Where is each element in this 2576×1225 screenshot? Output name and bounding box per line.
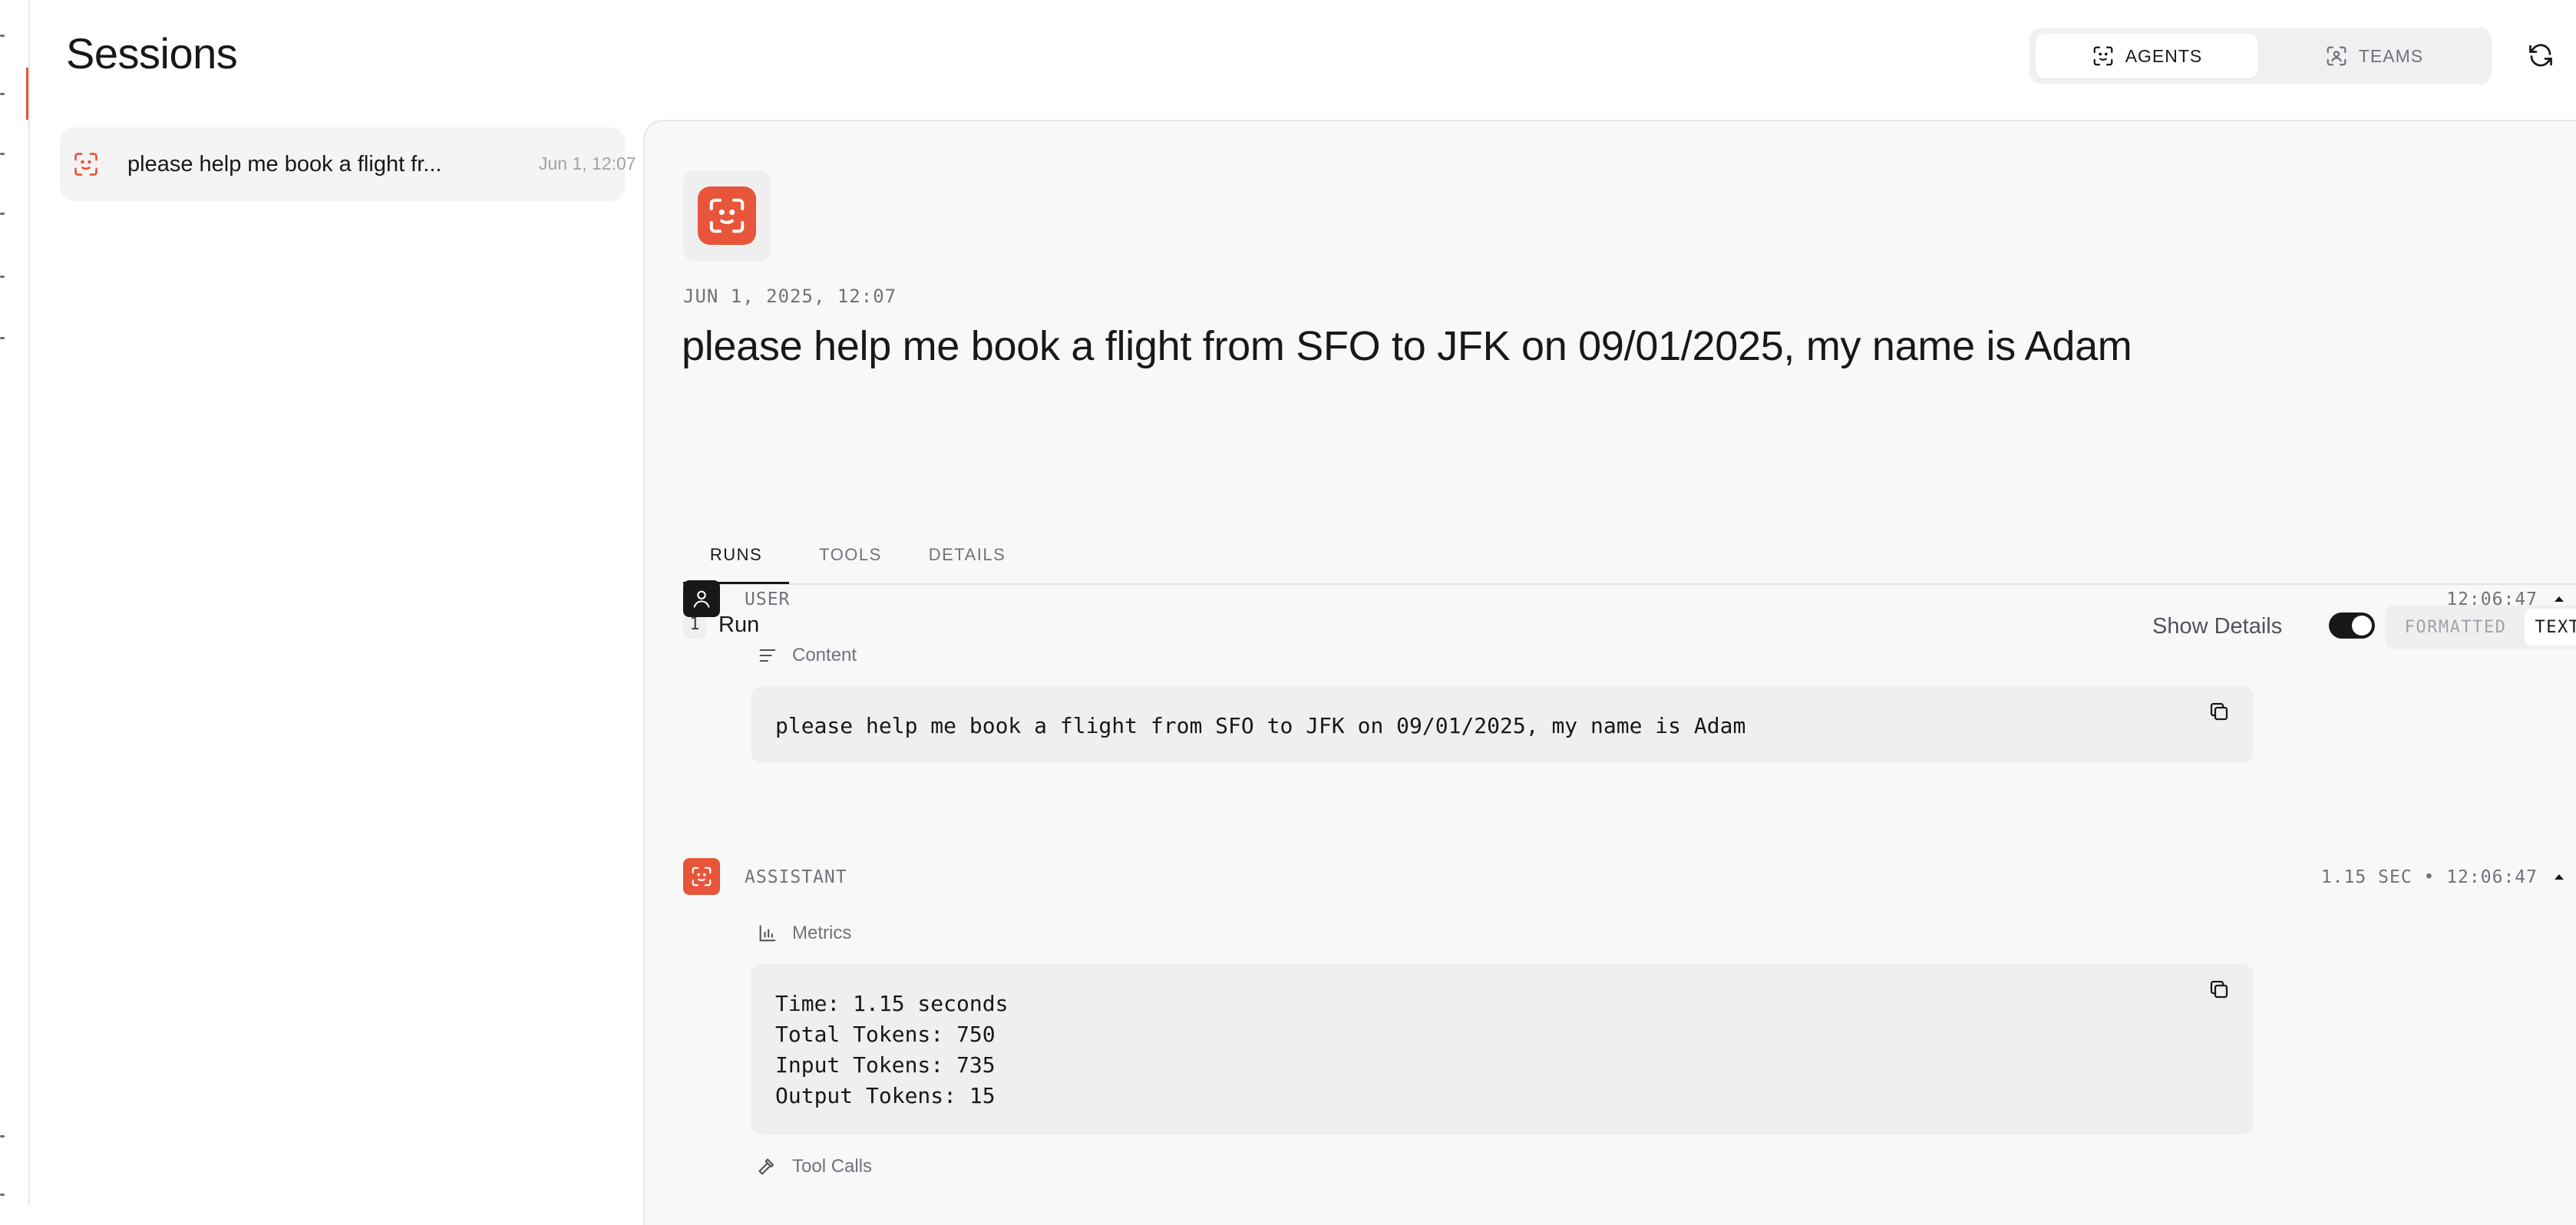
- text-lines-icon: [759, 649, 776, 662]
- assistant-message-header: ASSISTANT 1.15 SEC • 12:06:47: [683, 858, 2576, 898]
- agent-icon: [2093, 46, 2113, 66]
- teams-icon: [2327, 46, 2346, 66]
- collapse-caret-icon[interactable]: [2551, 869, 2567, 884]
- session-list-item[interactable]: please help me book a flight fr... Jun 1…: [60, 127, 636, 201]
- metric-input-tokens: Input Tokens: 735: [775, 1052, 996, 1078]
- session-heading: please help me book a flight from SFO to…: [682, 323, 2132, 369]
- copy-icon[interactable]: [2208, 700, 2231, 723]
- nav-icon[interactable]: [0, 1131, 5, 1142]
- agent-icon: [692, 867, 712, 887]
- user-avatar: [683, 580, 720, 617]
- tab-runs[interactable]: RUNS: [683, 530, 789, 584]
- collapse-caret-icon[interactable]: [2551, 591, 2567, 606]
- session-title: please help me book a flight fr...: [127, 152, 442, 177]
- nav-rail: [0, 0, 30, 1205]
- session-date-label: JUN 1, 2025, 12:07: [683, 286, 897, 307]
- tab-details[interactable]: DETAILS: [912, 530, 1022, 582]
- user-message-time: 12:06:47: [2446, 589, 2538, 609]
- tab-agents-label: AGENTS: [2125, 45, 2203, 66]
- nav-active-indicator: [26, 68, 28, 120]
- metrics-section-label: Metrics: [757, 923, 851, 944]
- nav-icon[interactable]: [0, 31, 5, 41]
- metric-time: Time: 1.15 seconds: [775, 991, 1009, 1016]
- page-title: Sessions: [66, 29, 238, 78]
- hammer-icon: [758, 1158, 774, 1175]
- agent-icon: [74, 153, 97, 176]
- copy-icon[interactable]: [2208, 978, 2231, 1001]
- nav-icon[interactable]: [0, 272, 5, 282]
- content-section-label: Content: [757, 645, 857, 666]
- nav-icon[interactable]: [0, 149, 5, 160]
- assistant-avatar: [683, 858, 720, 895]
- session-detail-panel: JUN 1, 2025, 12:07 please help me book a…: [643, 120, 2576, 1225]
- metrics-label: Metrics: [792, 923, 852, 943]
- refresh-button[interactable]: [2525, 40, 2556, 71]
- tab-agents[interactable]: AGENTS: [2036, 34, 2258, 78]
- metrics-box: Time: 1.15 seconds Total Tokens: 750 Inp…: [751, 964, 2254, 1134]
- tool-calls-section-label: Tool Calls: [757, 1156, 872, 1177]
- refresh-icon: [2529, 44, 2552, 67]
- user-content-box: please help me book a flight from SFO to…: [751, 686, 2254, 763]
- session-date: Jun 1, 12:07: [539, 154, 636, 173]
- nav-icon[interactable]: [0, 333, 5, 344]
- tab-teams-label: TEAMS: [2358, 45, 2424, 66]
- tool-calls-label: Tool Calls: [792, 1156, 873, 1177]
- nav-icon[interactable]: [0, 1190, 5, 1200]
- content-label: Content: [792, 645, 857, 665]
- detail-tabs: RUNS TOOLS DETAILS: [683, 530, 2576, 585]
- nav-icon[interactable]: [0, 89, 5, 100]
- user-content-text: please help me book a flight from SFO to…: [775, 713, 1746, 738]
- assistant-role-label: ASSISTANT: [745, 867, 847, 887]
- metric-total-tokens: Total Tokens: 750: [775, 1022, 996, 1047]
- tab-tools[interactable]: TOOLS: [804, 530, 897, 582]
- agent-icon: [709, 198, 745, 233]
- agents-teams-switch: AGENTS TEAMS: [2029, 28, 2492, 84]
- user-role-label: USER: [745, 589, 791, 609]
- tab-teams[interactable]: TEAMS: [2263, 34, 2485, 78]
- nav-icon[interactable]: [0, 209, 5, 220]
- user-message-header: USER 12:06:47: [683, 580, 2576, 620]
- metric-output-tokens: Output Tokens: 15: [775, 1083, 996, 1108]
- assistant-message-time: 1.15 SEC • 12:06:47: [2320, 867, 2538, 887]
- user-icon: [693, 590, 710, 608]
- agent-avatar: [683, 170, 771, 261]
- bar-chart-icon: [759, 925, 776, 942]
